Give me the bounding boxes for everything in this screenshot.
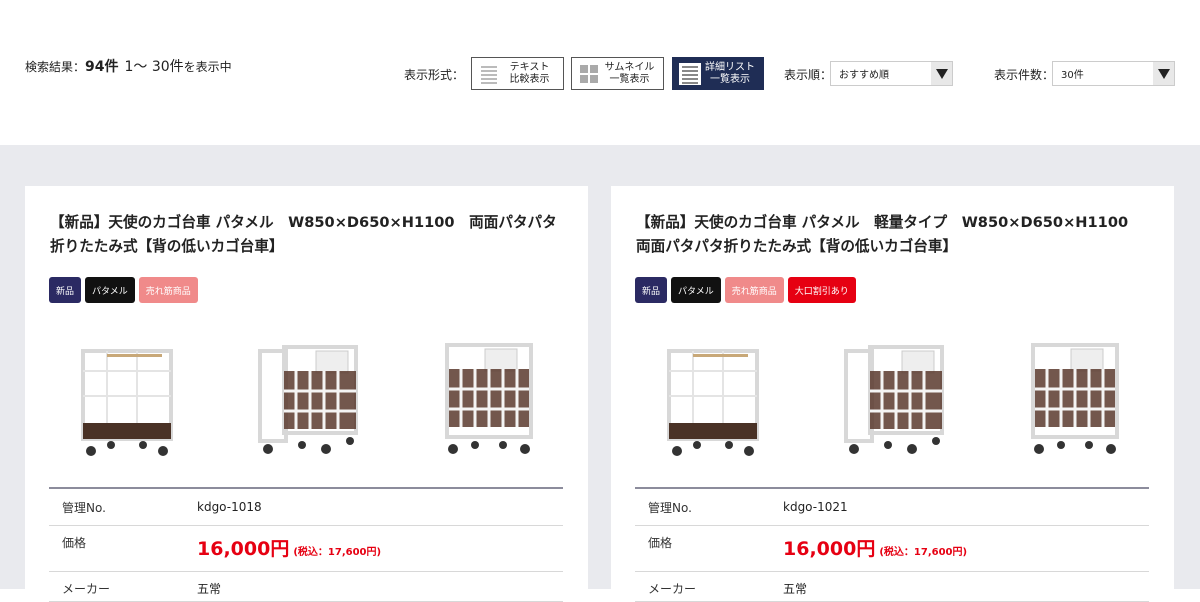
- sort-order-value: おすすめ順: [839, 70, 889, 81]
- tag-bestseller: 売れ筋商品: [724, 277, 784, 303]
- view-thumbnail-button[interactable]: サムネイル 一覧表示: [571, 57, 664, 90]
- spec-maker-value: 五常: [783, 582, 808, 596]
- sort-order-select[interactable]: おすすめ順: [830, 61, 953, 86]
- chevron-down-icon: [931, 62, 952, 85]
- view-text-compare-button[interactable]: テキスト 比較表示: [471, 57, 564, 90]
- product-tags: 新品 パタメル 売れ筋商品 大口割引あり: [635, 277, 856, 303]
- product-tags: 新品 パタメル 売れ筋商品: [49, 277, 198, 303]
- spec-id-label: 管理No.: [648, 500, 692, 515]
- view-text-compare-label: テキスト 比較表示: [509, 61, 550, 85]
- tag-new: 新品: [635, 277, 668, 303]
- product-card[interactable]: 【新品】天使のカゴ台車 パタメル 軽量タイプ W850×D650×H1100 両…: [611, 186, 1174, 602]
- tag-new: 新品: [49, 277, 82, 303]
- price-value: 16,000円: [197, 538, 290, 560]
- price-tax: (税込：17,600円): [293, 547, 382, 558]
- detail-list-icon: [679, 62, 701, 85]
- tag-bulk-discount: 大口割引あり: [787, 277, 856, 303]
- spec-row-price: 価格 16,000円 (税込：17,600円): [635, 526, 1149, 572]
- cart-image-folded[interactable]: [1025, 341, 1125, 466]
- format-label: 表示形式：: [404, 68, 465, 82]
- cart-image-side[interactable]: [840, 341, 950, 466]
- product-card[interactable]: 【新品】天使のカゴ台車 パタメル W850×D650×H1100 両面パタパタ折…: [25, 186, 588, 602]
- result-range: 1〜 30件: [124, 59, 184, 75]
- price-tax: (税込：17,600円): [879, 547, 968, 558]
- product-images: [49, 336, 564, 466]
- spec-id-label: 管理No.: [62, 500, 106, 515]
- cart-image-folded[interactable]: [439, 341, 539, 466]
- spec-maker-label: メーカー: [648, 582, 697, 596]
- result-summary: 検索結果：94件 1〜 30件を表示中: [25, 56, 232, 76]
- product-images: [635, 336, 1150, 466]
- items-per-page-value: 30件: [1061, 70, 1084, 81]
- tag-patameru: パタメル: [85, 277, 135, 303]
- cart-image-front[interactable]: [663, 341, 763, 466]
- sort-label: 表示順：: [784, 68, 833, 82]
- product-specs: 管理No. kdgo-1021 価格 16,000円 (税込：17,600円) メ…: [635, 487, 1149, 602]
- spec-maker-value: 五常: [197, 582, 222, 596]
- spec-row-price: 価格 16,000円 (税込：17,600円): [49, 526, 563, 572]
- tag-patameru: パタメル: [671, 277, 721, 303]
- text-list-icon: [478, 63, 500, 85]
- product-specs: 管理No. kdgo-1018 価格 16,000円 (税込：17,600円) メ…: [49, 487, 563, 602]
- view-thumbnail-label: サムネイル 一覧表示: [604, 61, 655, 85]
- spec-price-label: 価格: [648, 536, 673, 550]
- count-label: 表示件数：: [994, 68, 1055, 82]
- chevron-down-icon: [1153, 62, 1174, 85]
- tag-bestseller: 売れ筋商品: [138, 277, 198, 303]
- product-title[interactable]: 【新品】天使のカゴ台車 パタメル 軽量タイプ W850×D650×H1100 両…: [636, 211, 1151, 259]
- spec-row-maker: メーカー 五常: [635, 572, 1149, 602]
- spec-maker-label: メーカー: [62, 582, 111, 596]
- product-listing: 【新品】天使のカゴ台車 パタメル W850×D650×H1100 両面パタパタ折…: [0, 145, 1200, 602]
- view-detail-list-label: 詳細リスト 一覧表示: [705, 61, 755, 85]
- cart-image-side[interactable]: [254, 341, 364, 466]
- result-count: 94件: [85, 59, 119, 75]
- spec-row-id: 管理No. kdgo-1018: [49, 489, 563, 526]
- price-value: 16,000円: [783, 538, 876, 560]
- product-title[interactable]: 【新品】天使のカゴ台車 パタメル W850×D650×H1100 両面パタパタ折…: [50, 211, 565, 259]
- result-prefix: 検索結果：: [25, 60, 86, 74]
- spec-price-label: 価格: [62, 536, 87, 550]
- view-detail-list-button[interactable]: 詳細リスト 一覧表示: [672, 57, 764, 90]
- spec-id-value: kdgo-1018: [197, 500, 262, 514]
- items-per-page-select[interactable]: 30件: [1052, 61, 1175, 86]
- thumbnail-grid-icon: [578, 63, 600, 85]
- search-toolbar: 検索結果：94件 1〜 30件を表示中 表示形式： テキスト 比較表示 サムネイル…: [0, 0, 1200, 145]
- spec-row-id: 管理No. kdgo-1021: [635, 489, 1149, 526]
- spec-row-maker: メーカー 五常: [49, 572, 563, 602]
- spec-id-value: kdgo-1021: [783, 500, 848, 514]
- cart-image-front[interactable]: [77, 341, 177, 466]
- result-suffix: を表示中: [183, 60, 232, 74]
